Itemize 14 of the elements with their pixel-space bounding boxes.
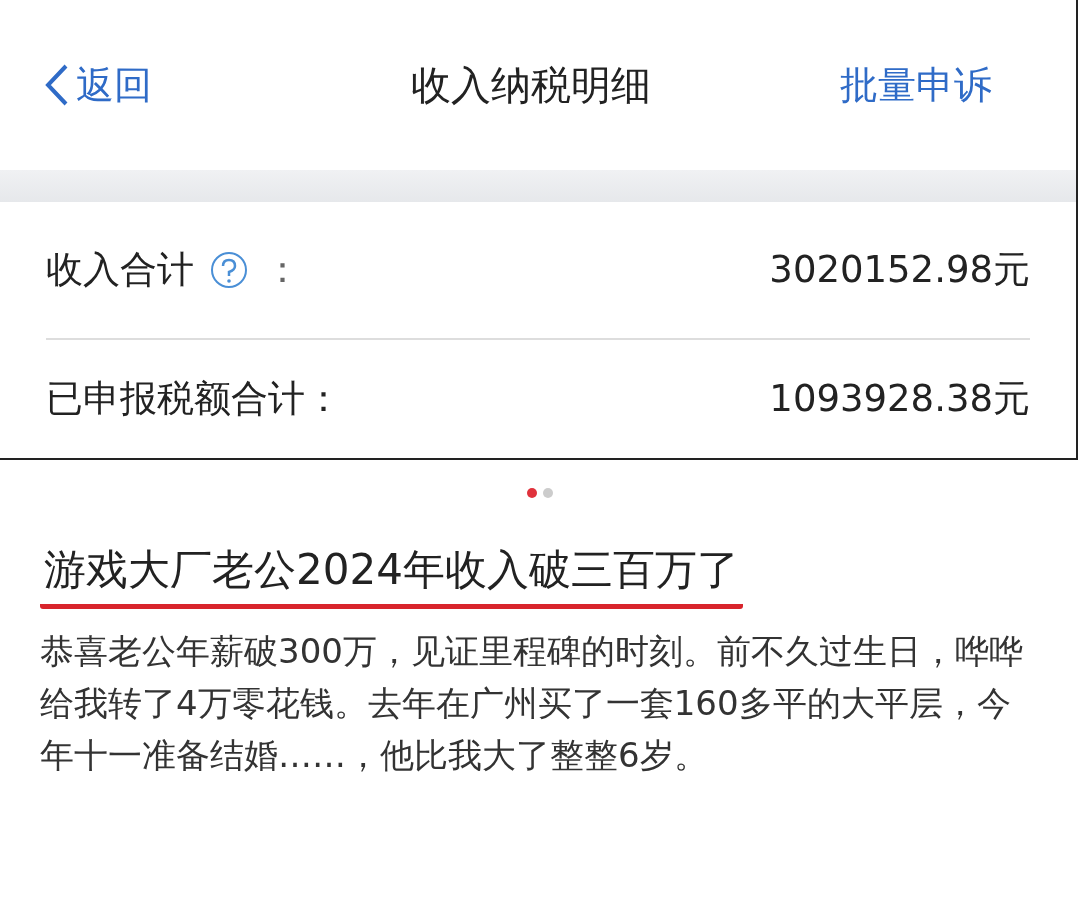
back-button[interactable]: 返回 <box>44 59 152 111</box>
page-dot[interactable] <box>543 488 553 498</box>
row-label: 已申报税额合计： <box>46 376 342 422</box>
back-icon <box>44 63 70 107</box>
row-label: 收入合计 <box>46 247 194 293</box>
page-dot[interactable] <box>527 488 537 498</box>
page-title: 收入纳税明细 <box>411 60 651 110</box>
amount-value: 1093928.38元 <box>769 376 1030 422</box>
amount-value: 3020152.98元 <box>769 247 1030 293</box>
post-text: 恭喜老公年薪破300万，见证里程碑的时刻。前不久过生日，哗哗给我转了4万零花钱。去年在广州买了一套160多平的大平层，今年十一准备结婚……，他比我大了整整6岁。 <box>40 630 1024 777</box>
batch-appeal-button[interactable]: 批量申诉 <box>840 59 992 111</box>
colon: ： <box>264 247 301 293</box>
help-icon[interactable] <box>210 251 248 289</box>
post-title: 游戏大厂老公2024年收入破三百万了 <box>40 542 743 609</box>
